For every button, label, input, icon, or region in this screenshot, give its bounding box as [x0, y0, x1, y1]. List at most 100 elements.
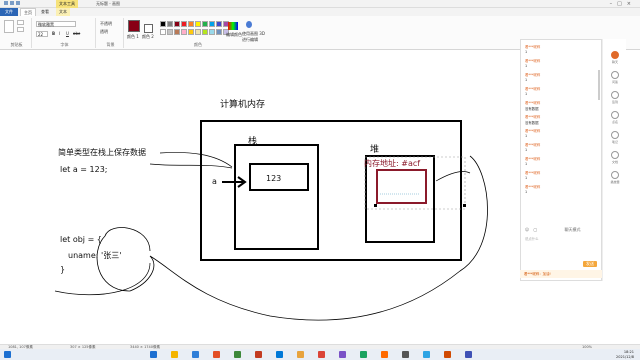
palette-swatch[interactable]	[195, 29, 201, 35]
palette-swatch[interactable]	[202, 29, 208, 35]
taskbar-app-icon[interactable]	[465, 351, 472, 358]
quick-access-toolbar[interactable]	[4, 1, 34, 6]
cut-icon[interactable]	[17, 20, 24, 25]
chat-username[interactable]: 看***昵称	[525, 58, 599, 63]
palette-swatch[interactable]	[202, 21, 208, 27]
tab-file[interactable]: 文件	[0, 8, 18, 16]
taskbar-app-icon[interactable]	[423, 351, 430, 358]
sidebar-item-label: 笔记	[611, 140, 618, 144]
transparent-option[interactable]: 透明	[100, 29, 108, 35]
palette-swatch[interactable]	[160, 21, 166, 27]
chat-scrollbar[interactable]	[598, 70, 600, 100]
palette-swatch[interactable]	[167, 29, 173, 35]
taskbar-app-icon[interactable]	[297, 351, 304, 358]
color1-swatch[interactable]	[128, 20, 140, 32]
taskbar-app-icon[interactable]	[276, 351, 283, 358]
sidebar-item-icon	[611, 111, 619, 119]
start-icon[interactable]	[4, 351, 11, 358]
sidebar-item[interactable]: 文档	[605, 151, 625, 169]
palette-swatch[interactable]	[216, 29, 222, 35]
taskbar-app-icon[interactable]	[339, 351, 346, 358]
window-title: 无标题 - 画图	[96, 1, 120, 6]
resize-handle[interactable]	[463, 204, 466, 207]
undo-icon[interactable]	[10, 1, 14, 5]
font-name-select[interactable]: 微软雅黑	[36, 21, 76, 27]
palette-swatch[interactable]	[209, 29, 215, 35]
palette-swatch[interactable]	[195, 21, 201, 27]
window-controls[interactable]: –□×	[610, 1, 636, 7]
colors-group-label: 颜色	[194, 42, 202, 47]
taskbar-app-icon[interactable]	[234, 351, 241, 358]
taskbar-app-icon[interactable]	[360, 351, 367, 358]
taskbar-app-icon[interactable]	[318, 351, 325, 358]
taskbar-app-icon[interactable]	[213, 351, 220, 358]
heap-address-text[interactable]: 内存地址: #acf	[364, 158, 420, 169]
underline-button[interactable]: U	[66, 31, 69, 36]
sidebar-item[interactable]: 签到	[605, 91, 625, 109]
strikethrough-button[interactable]: abc	[73, 31, 80, 36]
color2-label: 颜色 2	[142, 34, 154, 39]
chat-username[interactable]: 看***昵称	[525, 142, 599, 147]
font-size-select[interactable]: 22	[36, 31, 48, 37]
palette-swatch[interactable]	[167, 21, 173, 27]
palette-swatch[interactable]	[188, 29, 194, 35]
copy-icon[interactable]	[17, 27, 24, 32]
palette-swatch[interactable]	[181, 21, 187, 27]
chat-username[interactable]: 看***昵称	[525, 72, 599, 77]
color2-swatch[interactable]	[144, 24, 153, 33]
save-icon[interactable]	[4, 1, 8, 5]
palette-swatch[interactable]	[181, 29, 187, 35]
close-icon[interactable]: ×	[627, 1, 636, 7]
tab-view[interactable]: 查看	[38, 8, 52, 16]
image-icon[interactable]: ▢	[533, 227, 537, 232]
sidebar-item-icon	[611, 131, 619, 139]
bold-button[interactable]: B	[52, 31, 55, 36]
send-button[interactable]: 发送	[583, 261, 597, 267]
italic-button[interactable]: I	[59, 31, 60, 36]
chat-username[interactable]: 看***昵称	[525, 128, 599, 133]
code-let-a: let a = 123;	[60, 165, 108, 174]
minimize-icon[interactable]: –	[610, 1, 618, 7]
sidebar-item[interactable]: 笔记	[605, 131, 625, 149]
taskbar-app-icon[interactable]	[171, 351, 178, 358]
taskbar-clock[interactable]: 18:21 2021/12/8	[616, 350, 634, 359]
taskbar-app-icon[interactable]	[192, 351, 199, 358]
redo-icon[interactable]	[16, 1, 20, 5]
taskbar-app-icon[interactable]	[255, 351, 262, 358]
sidebar-item[interactable]: 点名	[605, 111, 625, 129]
palette-swatch[interactable]	[216, 21, 222, 27]
chat-username[interactable]: 看***昵称	[525, 170, 599, 175]
edit-colors-label[interactable]: 编辑颜色	[226, 32, 242, 38]
taskbar-app-icon[interactable]	[444, 351, 451, 358]
taskbar-app-icon[interactable]	[150, 351, 157, 358]
drawing-canvas[interactable]: 计算机内存 栈 堆 简单类型在栈上保存数据 let a = 123; a 123…	[0, 51, 520, 344]
taskbar-app-icon[interactable]	[402, 351, 409, 358]
taskbar-app-icon[interactable]	[381, 351, 388, 358]
edit-colors-icon[interactable]	[228, 22, 238, 30]
chat-username[interactable]: 看***昵称	[525, 44, 599, 49]
tab-text[interactable]: 文本	[56, 8, 70, 16]
chat-username[interactable]: 看***昵称	[525, 156, 599, 161]
chat-input-placeholder: 说点什么	[525, 237, 539, 241]
chat-mode-select[interactable]: 聊天模式	[565, 227, 581, 232]
paint3d-icon[interactable]	[246, 21, 252, 28]
opaque-option[interactable]: 不透明	[100, 21, 112, 27]
resize-handle[interactable]	[374, 204, 377, 207]
chat-username[interactable]: 看***昵称	[525, 86, 599, 91]
palette-swatch[interactable]	[209, 21, 215, 27]
emoji-icon[interactable]: ☺	[525, 227, 529, 232]
chat-message: 看***昵称 没有数据	[525, 100, 599, 111]
maximize-icon[interactable]: □	[617, 1, 627, 7]
palette-swatch[interactable]	[174, 29, 180, 35]
palette-swatch[interactable]	[160, 29, 166, 35]
chat-username[interactable]: 看***昵称	[525, 114, 599, 119]
sidebar-item[interactable]: 问答	[605, 71, 625, 89]
sidebar-item[interactable]: 播放器	[605, 171, 625, 189]
palette-swatch[interactable]	[188, 21, 194, 27]
paste-icon[interactable]	[4, 20, 14, 33]
chat-username[interactable]: 看***昵称	[525, 184, 599, 189]
sidebar-item[interactable]: 聊天	[605, 51, 625, 69]
tab-home[interactable]: 主页	[20, 8, 36, 16]
chat-username[interactable]: 看***昵称	[525, 100, 599, 105]
palette-swatch[interactable]	[174, 21, 180, 27]
